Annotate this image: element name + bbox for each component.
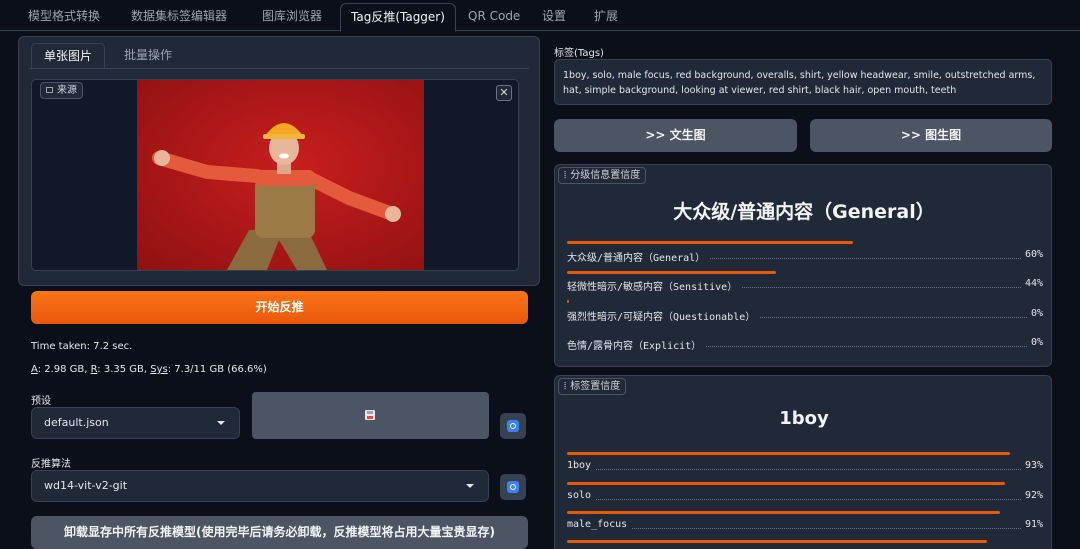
memory-usage-text: A: 2.98 GB, R: 3.35 GB, Sys: 7.3/11 GB (… <box>31 364 267 375</box>
tag-row: solo 92% <box>567 490 1043 501</box>
tags-output[interactable]: 1boy, solo, male focus, red background, … <box>554 59 1052 105</box>
tag-row: male_focus 91% <box>567 519 1043 530</box>
save-icon <box>365 410 375 420</box>
rating-bar <box>567 300 569 303</box>
rating-confidence-label: ⦙ 分级信息置信度 <box>558 167 647 184</box>
rating-bar <box>567 271 776 274</box>
time-taken-text: Time taken: 7.2 sec. <box>31 341 133 352</box>
tab-extensions[interactable]: 扩展 <box>584 3 628 31</box>
chevron-down-icon <box>217 421 225 425</box>
tag-top-label: 1boy <box>779 408 829 429</box>
algorithm-dropdown[interactable]: wd14-vit-v2-git <box>31 470 489 502</box>
rating-row: 轻微性暗示/敏感内容（Sensitive） 44% <box>567 278 1043 293</box>
start-tagging-button[interactable]: 开始反推 <box>31 291 528 324</box>
tag-confidence-panel: ⦙ 标签置信度 1boy 1boy 93% solo 92% male_focus 91… <box>554 375 1052 549</box>
preset-value: default.json <box>44 416 109 429</box>
tab-dataset-tag-editor[interactable]: 数据集标签编辑器 <box>121 3 237 31</box>
image-dropzone[interactable]: 来源 ✕ <box>31 79 519 271</box>
save-preset-button[interactable] <box>252 392 489 439</box>
tag-bar <box>567 540 987 543</box>
preset-dropdown[interactable]: default.json <box>31 407 240 439</box>
tag-confidence-label: ⦙ 标签置信度 <box>558 378 627 395</box>
send-to-txt2img-button[interactable]: >> 文生图 <box>554 119 797 152</box>
rating-top-label: 大众级/普通内容（General） <box>673 201 935 223</box>
refresh-algorithm-icon[interactable] <box>500 474 526 500</box>
chart-icon: ⦙ <box>564 381 567 392</box>
subtab-single-image[interactable]: 单张图片 <box>31 43 106 69</box>
tag-bar <box>567 511 1000 514</box>
image-icon <box>46 87 53 93</box>
rating-row: 强烈性暗示/可疑内容（Questionable） 0% <box>567 308 1043 323</box>
main-tab-bar: 模型格式转换 数据集标签编辑器 图库浏览器 Tag反推(Tagger) QR C… <box>0 0 1080 32</box>
algorithm-value: wd14-vit-v2-git <box>44 479 128 492</box>
tag-bar <box>567 482 1005 485</box>
tab-settings[interactable]: 设置 <box>532 3 576 31</box>
rating-bar <box>567 241 853 244</box>
tab-tagger[interactable]: Tag反推(Tagger) <box>340 3 456 32</box>
refresh-preset-icon[interactable] <box>500 413 526 439</box>
tag-bar <box>567 452 1010 455</box>
tab-image-browser[interactable]: 图库浏览器 <box>252 3 332 31</box>
rating-confidence-panel: ⦙ 分级信息置信度 大众级/普通内容（General） 大众级/普通内容（Gene… <box>554 164 1052 367</box>
subtab-batch[interactable]: 批量操作 <box>112 43 184 69</box>
close-icon[interactable]: ✕ <box>496 85 512 101</box>
image-input-panel: 单张图片 批量操作 来源 ✕ <box>18 36 540 286</box>
rating-row: 大众级/普通内容（General） 60% <box>567 249 1043 264</box>
preset-label: 预设 <box>31 396 51 407</box>
tags-label: 标签(Tags) <box>554 48 604 59</box>
unload-models-button[interactable]: 卸载显存中所有反推模型(使用完毕后请务必卸载，反推模型将占用大量宝贵显存) <box>31 516 528 549</box>
tab-model-convert[interactable]: 模型格式转换 <box>18 3 110 31</box>
uploaded-photo <box>137 80 424 270</box>
tag-row: 1boy 93% <box>567 460 1043 471</box>
chevron-down-icon <box>466 484 474 488</box>
person-illustration <box>152 123 401 270</box>
rating-row: 色情/露骨内容（Explicit） 0% <box>567 337 1043 352</box>
chart-icon: ⦙ <box>564 170 567 181</box>
send-to-img2img-button[interactable]: >> 图生图 <box>810 119 1052 152</box>
tab-qr-code[interactable]: QR Code <box>458 3 530 31</box>
algorithm-label: 反推算法 <box>31 459 71 470</box>
source-label: 来源 <box>40 82 83 99</box>
